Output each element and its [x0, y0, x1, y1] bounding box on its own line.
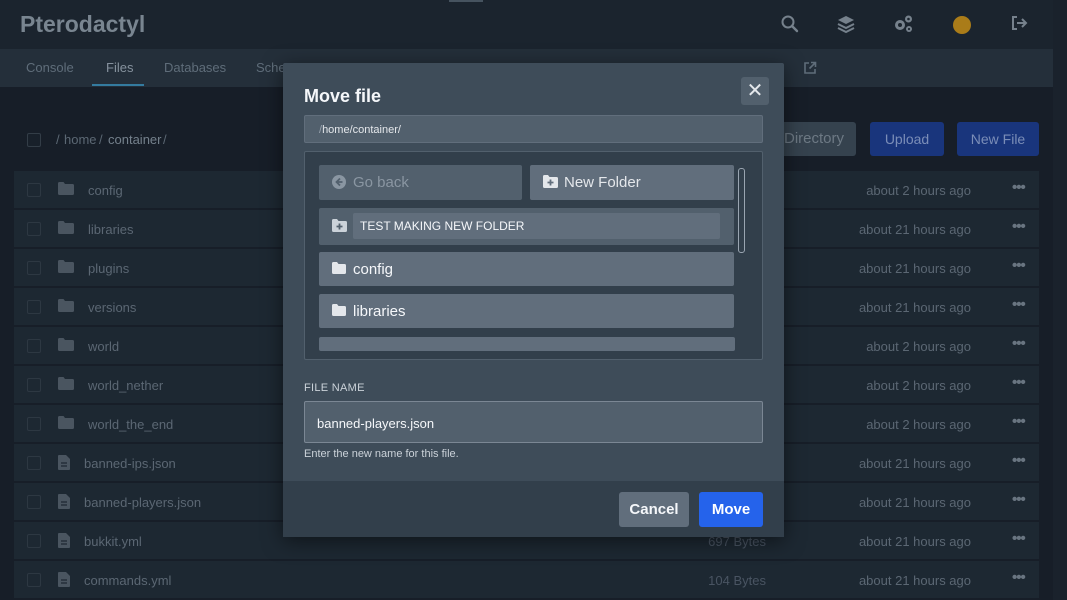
close-button[interactable]: ✕: [741, 77, 769, 105]
folder-name: libraries: [353, 303, 406, 320]
folder-item-libraries[interactable]: libraries: [319, 294, 734, 328]
move-button[interactable]: Move: [699, 492, 763, 527]
go-back-label: Go back: [353, 174, 409, 191]
go-back-button[interactable]: Go back: [319, 165, 522, 200]
new-folder-name-input[interactable]: TEST MAKING NEW FOLDER: [353, 213, 720, 239]
folder-browser-scrollbar[interactable]: [738, 168, 745, 253]
file-name-help: Enter the new name for this file.: [304, 448, 459, 460]
file-name-input[interactable]: banned-players.json: [304, 401, 763, 443]
file-name-label: FILE NAME: [304, 382, 365, 394]
arrow-circle-left-icon: [332, 175, 346, 189]
folder-plus-icon: [332, 219, 347, 232]
move-path-breadcrumb: /home/container/: [304, 115, 763, 143]
new-folder-button[interactable]: New Folder: [530, 165, 734, 200]
close-icon: ✕: [746, 80, 764, 102]
modal-title: Move file: [304, 86, 382, 106]
folder-item-config[interactable]: config: [319, 252, 734, 286]
new-folder-label: New Folder: [564, 174, 641, 191]
path-current[interactable]: home/container/: [322, 124, 401, 136]
folder-icon: [332, 304, 346, 316]
folder-name: config: [353, 261, 394, 278]
folder-icon: [332, 262, 346, 274]
folder-item-partial[interactable]: [319, 337, 735, 351]
cancel-button[interactable]: Cancel: [619, 492, 689, 527]
folder-plus-icon: [543, 175, 558, 188]
